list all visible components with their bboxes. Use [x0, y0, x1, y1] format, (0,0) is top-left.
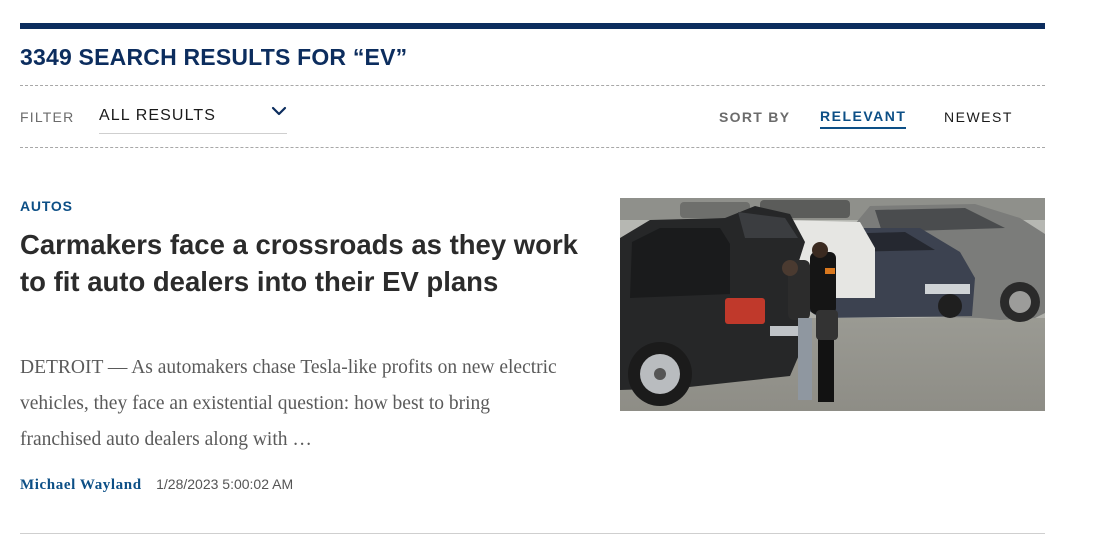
- search-result-item: AUTOS Carmakers face a crossroads as the…: [20, 196, 1045, 506]
- sort-option-newest[interactable]: NEWEST: [944, 109, 1013, 125]
- search-results-page: 3349 SEARCH RESULTS FOR “EV” FILTER ALL …: [0, 0, 1099, 559]
- header-rule: [20, 23, 1045, 29]
- sort-option-relevant[interactable]: RELEVANT: [820, 108, 907, 129]
- filter-selected-value: ALL RESULTS: [99, 107, 217, 124]
- divider: [20, 147, 1045, 148]
- article-timestamp: 1/28/2023 5:00:02 AM: [156, 476, 294, 492]
- article-headline-link[interactable]: Carmakers face a crossroads as they work…: [20, 226, 580, 300]
- chevron-down-icon: [271, 104, 287, 118]
- byline: Michael Wayland 1/28/2023 5:00:02 AM: [20, 476, 293, 494]
- sort-by-label: SORT BY: [719, 109, 791, 125]
- results-title: 3349 SEARCH RESULTS FOR “EV”: [20, 44, 408, 70]
- filter-label: FILTER: [20, 109, 75, 125]
- article-summary: DETROIT — As automakers chase Tesla-like…: [20, 357, 557, 450]
- author-link[interactable]: Michael Wayland: [20, 477, 142, 493]
- category-link[interactable]: AUTOS: [20, 198, 73, 214]
- article-thumbnail[interactable]: [620, 198, 1045, 411]
- divider: [20, 85, 1045, 86]
- filter-dropdown[interactable]: ALL RESULTS: [99, 100, 287, 134]
- divider: [20, 533, 1045, 534]
